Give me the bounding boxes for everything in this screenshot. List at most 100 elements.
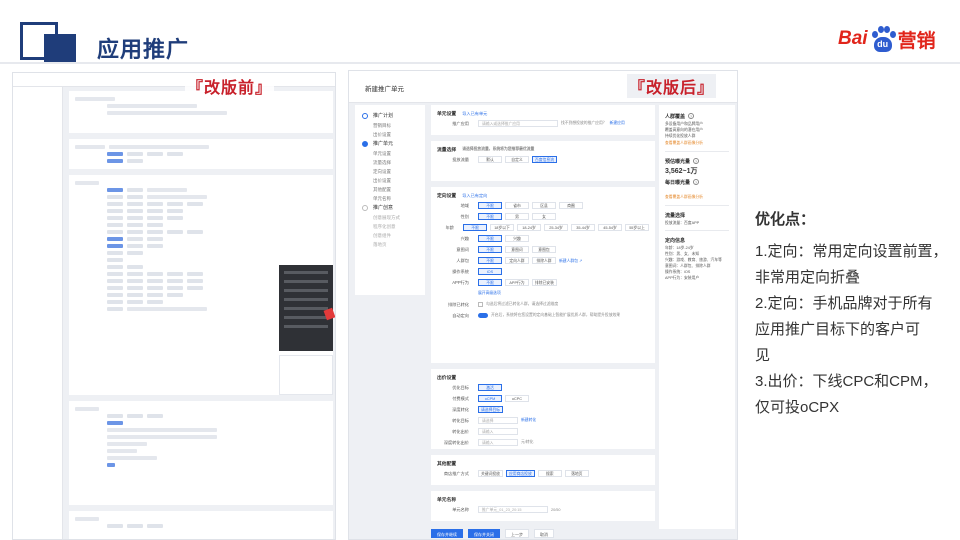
conversion-target-select[interactable]: 请选择	[478, 417, 518, 424]
audience-info-panel: 人群覆盖? 多设备用户和品牌用户 覆盖高意向的潜在用户 持续优化投放人群 查看覆…	[659, 105, 735, 529]
after-redesign-screenshot: 新建推广单元 推广计划 营销目标 出价设置 推广单元 单元设置 流量选择 定向设…	[348, 70, 738, 540]
panel-title: 人群覆盖	[665, 113, 686, 120]
step-pending-icon	[362, 205, 368, 211]
unit-name-input[interactable]: 推广单元_01_23_20:15	[478, 506, 548, 513]
help-icon[interactable]: ?	[693, 158, 700, 164]
traffic-option[interactable]: 百度信息流	[532, 156, 557, 163]
promote-app-select[interactable]: 请输入或选择推广应用	[478, 120, 558, 127]
before-topbar	[13, 73, 335, 87]
target-option[interactable]: 不限	[478, 279, 502, 286]
target-option[interactable]: 不限	[478, 246, 502, 253]
create-conversion-link[interactable]: 新建转化	[521, 418, 536, 423]
create-app-link[interactable]: 新建应用	[610, 121, 625, 126]
unit-name-label: 单元名称	[452, 506, 469, 512]
daily-analysis-link[interactable]: 查看覆盖人群画像分析	[665, 193, 729, 201]
target-option[interactable]: 商圈	[559, 202, 583, 209]
traffic-card: 流量选择 请选择投放流量，系统将为您推荐最优流量 投放流量 默认 自定义 百度信息…	[431, 141, 655, 181]
notes-line: 2.定向：手机品牌对于所有	[755, 295, 933, 312]
panel-title: 每日曝光量	[665, 179, 691, 186]
traffic-option[interactable]: 自定义	[505, 156, 529, 163]
target-option[interactable]: 排除人群	[532, 257, 556, 264]
promote-app-hint: 找不到想投放的推广应用？	[561, 121, 607, 125]
step-campaign[interactable]: 推广计划	[355, 111, 425, 121]
cancel-button[interactable]: 取消	[534, 529, 554, 538]
target-option[interactable]: 不限	[478, 257, 502, 264]
store-promo-option[interactable]: 关键词投放	[478, 470, 503, 477]
step-sub-item[interactable]: 单元名称	[355, 194, 425, 203]
target-option[interactable]: APP行为	[505, 279, 529, 286]
bid-row-label: 转化目标	[452, 417, 469, 423]
exclude-label: 排除已转化	[448, 301, 469, 307]
step-unit[interactable]: 推广单元	[355, 139, 425, 149]
exclude-checkbox[interactable]	[478, 302, 483, 307]
unit-name-card: 单元名称 单元名称 推广单元_01_23_20:15 20/50	[431, 491, 655, 521]
expand-advanced-link[interactable]: 展开高级选项	[478, 291, 501, 296]
create-audience-link[interactable]: 新建人群包 ↗	[559, 258, 582, 264]
conversion-bid-input[interactable]: 请输入	[478, 428, 518, 435]
bid-goal-option[interactable]: 激活	[478, 384, 502, 391]
store-promo-option[interactable]: 落地页	[564, 470, 589, 477]
section-title: 其他配置	[437, 462, 457, 467]
target-option[interactable]: 排除已安装	[532, 279, 557, 286]
step-sub-item[interactable]: 创意组件	[355, 231, 425, 240]
target-option[interactable]: 不限	[463, 224, 487, 231]
traffic-option[interactable]: 默认	[478, 156, 502, 163]
auto-target-toggle[interactable]	[478, 313, 488, 318]
store-promo-option[interactable]: 搜索	[537, 470, 562, 477]
target-option[interactable]: 18岁以下	[490, 224, 514, 231]
step-sub-item[interactable]: 流量选择	[355, 158, 425, 167]
target-option[interactable]: 不限	[478, 213, 502, 220]
step-sub-item[interactable]: 落地页	[355, 240, 425, 249]
help-icon[interactable]: ?	[693, 179, 700, 185]
target-option[interactable]: 兴趣	[505, 235, 529, 242]
target-option[interactable]: 35-44岁	[571, 224, 595, 231]
section-title: 单元名称	[437, 498, 457, 503]
target-option[interactable]: 不限	[478, 202, 502, 209]
title-decoration-fill	[44, 34, 76, 62]
save-continue-button[interactable]: 保存并继续	[431, 529, 463, 538]
store-promo-option[interactable]: 应用商店投放	[505, 470, 535, 477]
target-option[interactable]: 18-24岁	[517, 224, 541, 231]
step-sub-item[interactable]: 定向设置	[355, 167, 425, 176]
deep-conversion-option[interactable]: 请选择目标	[478, 406, 503, 413]
target-option[interactable]: 不限	[478, 235, 502, 242]
notes-line: 1.定向：常用定向设置前置，	[755, 243, 948, 260]
step-sub-item[interactable]: 单元设置	[355, 149, 425, 158]
bid-row-label: 深度转化出价	[443, 439, 469, 445]
target-option[interactable]: 意图包	[532, 246, 556, 253]
store-promo-label: 商店推广方式	[443, 470, 469, 476]
step-sub-item[interactable]: 出价设置	[355, 130, 425, 139]
target-option[interactable]: 意图词	[505, 246, 529, 253]
save-close-button[interactable]: 保存并关闭	[468, 529, 500, 538]
step-sub-item[interactable]: 出价设置	[355, 176, 425, 185]
target-option[interactable]: 女	[532, 213, 556, 220]
step-creative[interactable]: 推广创意	[355, 203, 425, 213]
step-sub-item[interactable]: 营销目标	[355, 121, 425, 130]
deep-bid-input[interactable]: 请输入	[478, 439, 518, 446]
target-option[interactable]: 定向人群	[505, 257, 529, 264]
bid-mode-option[interactable]: oCPC	[505, 395, 529, 402]
previous-step-button[interactable]: 上一步	[505, 529, 529, 538]
step-sub-item[interactable]: 创意展现方式	[355, 213, 425, 222]
target-option[interactable]: iOS	[478, 268, 502, 275]
target-option[interactable]: 55岁以上	[625, 224, 649, 231]
target-option[interactable]: 45-54岁	[598, 224, 622, 231]
bid-row-label: 付费模式	[452, 395, 469, 401]
before-redesign-screenshot	[12, 72, 336, 540]
step-label: 推广单元	[373, 141, 394, 147]
import-unit-link[interactable]: 导入已有单元	[462, 111, 487, 117]
unit-name-count: 20/50	[551, 507, 561, 512]
help-icon[interactable]: ?	[688, 113, 695, 119]
before-info-card	[279, 355, 333, 395]
before-red-marker	[323, 307, 335, 321]
target-option[interactable]: 区县	[532, 202, 556, 209]
target-option[interactable]: 省市	[505, 202, 529, 209]
audience-analysis-link[interactable]: 查看覆盖人群画像分析	[665, 139, 729, 147]
step-sub-item[interactable]: 程序化创意	[355, 222, 425, 231]
target-option[interactable]: 男	[505, 213, 529, 220]
bid-mode-option[interactable]: oCPM	[478, 395, 502, 402]
step-sub-item[interactable]: 其他配置	[355, 185, 425, 194]
target-option[interactable]: 25-34岁	[544, 224, 568, 231]
import-targeting-link[interactable]: 导入已有定向	[462, 193, 487, 199]
targeting-card: 定向设置 导入已有定向 地域 不限 省市 区县 商圈 性别 不限 男 女 年龄 不…	[431, 187, 655, 363]
